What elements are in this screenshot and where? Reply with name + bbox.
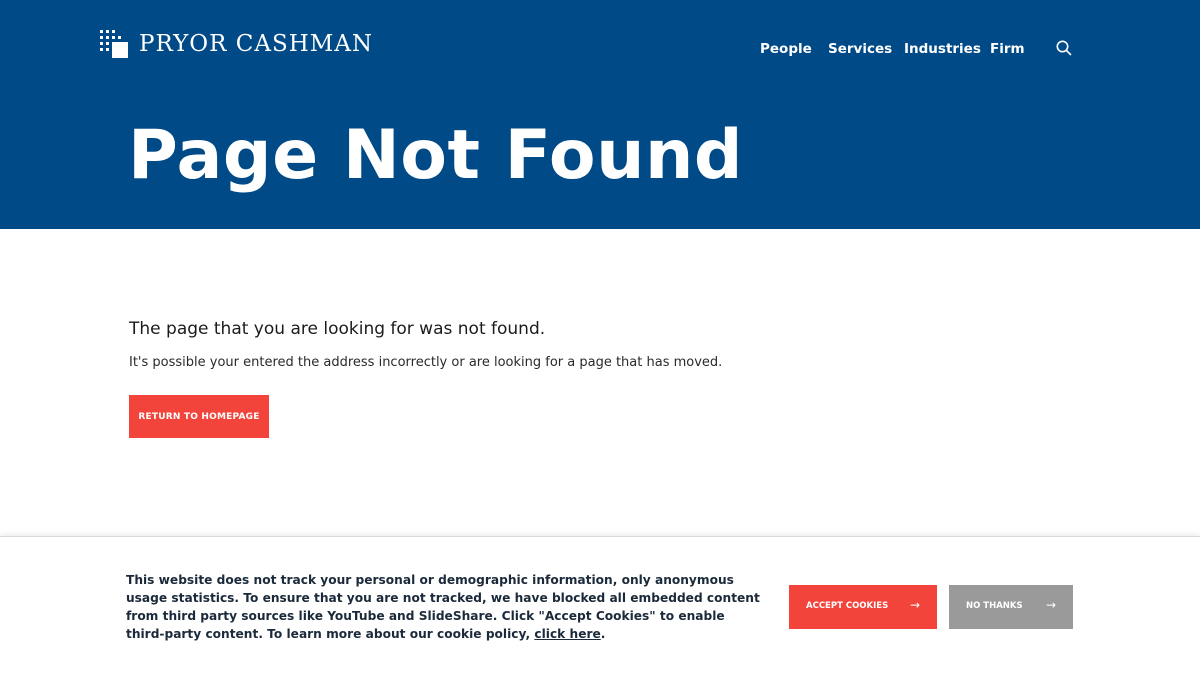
no-thanks-label: NO THANKS xyxy=(966,601,1023,611)
cookie-message-text: This website does not track your persona… xyxy=(126,573,760,641)
search-icon[interactable] xyxy=(1055,39,1073,57)
accept-cookies-label: ACCEPT COOKIES xyxy=(806,601,889,611)
accept-cookies-button[interactable]: ACCEPT COOKIES → xyxy=(789,585,937,629)
cookie-message-period: . xyxy=(600,627,606,641)
header-hero: PRYOR CASHMAN People Services Industries… xyxy=(0,0,1200,229)
not-found-description: It's possible your entered the address i… xyxy=(129,355,723,370)
arrow-right-icon: → xyxy=(909,598,920,612)
cookie-policy-link[interactable]: click here xyxy=(534,627,600,641)
not-found-heading: The page that you are looking for was no… xyxy=(129,319,546,339)
nav-item-services[interactable]: Services xyxy=(828,38,892,60)
return-to-homepage-button[interactable]: RETURN TO HOMEPAGE xyxy=(129,395,269,438)
nav-item-firm[interactable]: Firm xyxy=(990,38,1025,60)
main-nav: People Services Industries Firm xyxy=(0,38,1200,60)
cookie-banner: This website does not track your persona… xyxy=(0,536,1200,675)
arrow-right-icon: → xyxy=(1045,598,1056,612)
nav-item-industries[interactable]: Industries xyxy=(904,38,981,60)
no-thanks-button[interactable]: NO THANKS → xyxy=(949,585,1073,629)
page-title: Page Not Found xyxy=(128,116,744,195)
nav-item-people[interactable]: People xyxy=(760,38,812,60)
cookie-message: This website does not track your persona… xyxy=(126,571,766,643)
